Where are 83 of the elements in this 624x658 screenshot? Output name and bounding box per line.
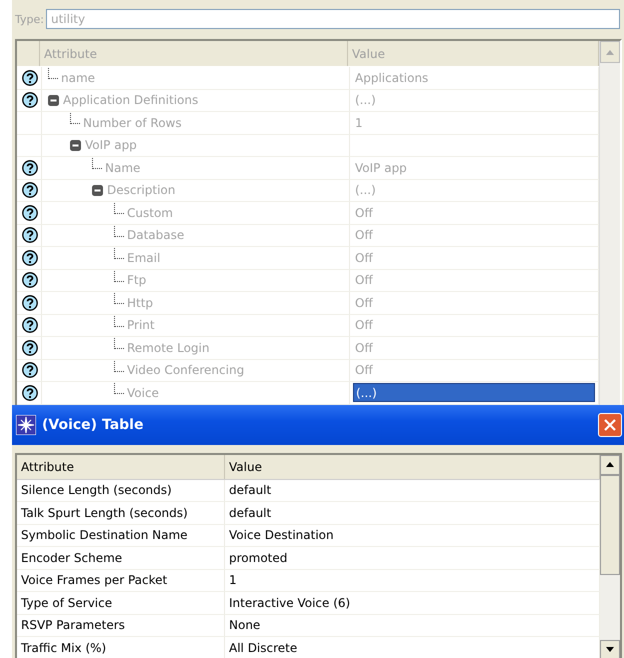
value-cell-text: Off xyxy=(354,227,374,244)
tree-row[interactable]: Database Off xyxy=(17,224,599,247)
attribute-label: Http xyxy=(127,296,154,310)
scroll-down-button[interactable] xyxy=(600,640,620,658)
tree-row[interactable]: Name VoIP app xyxy=(17,157,599,180)
attribute-label: Description xyxy=(107,183,176,198)
help-icon[interactable] xyxy=(22,317,38,334)
up-arrow-icon xyxy=(606,462,614,467)
scrollbar[interactable] xyxy=(600,454,620,658)
column-header[interactable]: Attribute xyxy=(17,454,225,478)
help-icon[interactable] xyxy=(22,182,38,198)
value-cell-text: VoIP app xyxy=(354,160,408,177)
value-cell-text: Off xyxy=(354,294,374,312)
column-header[interactable]: Attribute xyxy=(40,41,348,66)
value-cell[interactable]: (...) xyxy=(353,383,595,402)
attribute-label: Application Definitions xyxy=(63,93,198,108)
tree-row[interactable]: Application Definitions (...) xyxy=(17,90,599,112)
close-icon xyxy=(604,418,616,430)
attribute-cell: Type of Service xyxy=(17,592,225,614)
dialog-title: (Voice) Table xyxy=(42,416,144,432)
collapse-icon[interactable] xyxy=(48,94,59,106)
type-label: Type: xyxy=(15,12,44,26)
attribute-label: Number of Rows xyxy=(83,116,182,130)
value-cell-text: (...) xyxy=(354,92,377,110)
value-cell-text: Off xyxy=(354,250,374,267)
attribute-label: Name xyxy=(105,160,140,175)
down-arrow-icon xyxy=(606,647,614,652)
tree-row[interactable]: Number of Rows 1 xyxy=(17,112,599,134)
tree-row[interactable]: Email Off xyxy=(17,247,599,270)
value-cell-text: (...) xyxy=(354,182,377,200)
tree-row[interactable]: Remote Login Off xyxy=(17,337,599,360)
collapse-icon[interactable] xyxy=(92,184,103,196)
help-icon[interactable] xyxy=(22,272,38,288)
attribute-label: Custom xyxy=(127,206,173,220)
tree-row[interactable]: Video Conferencing Off xyxy=(17,360,599,382)
star-icon xyxy=(16,414,36,434)
scrollbar[interactable] xyxy=(599,41,620,404)
help-icon[interactable] xyxy=(22,362,38,378)
attribute-cell: Traffic Mix (%) xyxy=(17,637,225,658)
value-cell-text: Off xyxy=(354,340,374,357)
help-icon[interactable] xyxy=(22,160,38,176)
attribute-label: Print xyxy=(127,318,155,332)
attribute-cell: Symbolic Destination Name xyxy=(17,524,225,546)
tree-row[interactable]: VoIP app xyxy=(17,134,599,157)
up-arrow-icon xyxy=(606,50,614,54)
tree-row[interactable]: Print Off xyxy=(17,314,599,337)
value-cell-text: Off xyxy=(354,317,374,334)
help-icon[interactable] xyxy=(22,70,38,86)
value-cell-text: Off xyxy=(354,362,374,380)
collapse-icon[interactable] xyxy=(70,140,81,151)
attribute-label: Email xyxy=(127,250,160,265)
tree-row[interactable]: Voice (...) xyxy=(17,382,599,404)
value-cell-text: Off xyxy=(354,272,374,290)
scroll-up-button[interactable] xyxy=(600,454,620,474)
tree-row[interactable]: Description (...) xyxy=(17,180,599,202)
scroll-thumb[interactable] xyxy=(600,474,620,574)
help-icon[interactable] xyxy=(22,227,38,244)
value-cell-text: 1 xyxy=(354,114,364,132)
attribute-cell: Talk Spurt Length (seconds) xyxy=(17,502,225,524)
attribute-label: VoIP app xyxy=(85,138,137,152)
help-icon[interactable] xyxy=(22,340,38,356)
attribute-cell: Silence Length (seconds) xyxy=(17,480,225,501)
attribute-label: Remote Login xyxy=(127,340,210,355)
help-icon[interactable] xyxy=(22,250,38,266)
close-button[interactable] xyxy=(598,412,622,436)
attribute-cell: Voice Frames per Packet xyxy=(17,570,225,591)
tree-row[interactable]: Custom Off xyxy=(17,202,599,224)
help-icon[interactable] xyxy=(22,294,38,311)
help-icon[interactable] xyxy=(22,384,38,401)
attribute-label: Voice xyxy=(127,386,159,400)
attribute-label: name xyxy=(61,70,96,85)
help-icon[interactable] xyxy=(22,204,38,221)
attribute-label: Ftp xyxy=(127,273,146,288)
attribute-label: Database xyxy=(127,228,184,242)
tree-row[interactable]: Ftp Off xyxy=(17,270,599,292)
value-cell-text: Applications xyxy=(354,70,430,87)
tree-row[interactable]: Http Off xyxy=(17,292,599,314)
help-icon[interactable] xyxy=(22,92,38,108)
attribute-cell: RSVP Parameters xyxy=(17,614,225,636)
tree-row[interactable]: name Applications xyxy=(17,67,599,90)
attribute-label: Video Conferencing xyxy=(127,363,244,378)
value-cell-text: Off xyxy=(354,204,374,222)
attribute-cell: Encoder Scheme xyxy=(17,547,225,568)
